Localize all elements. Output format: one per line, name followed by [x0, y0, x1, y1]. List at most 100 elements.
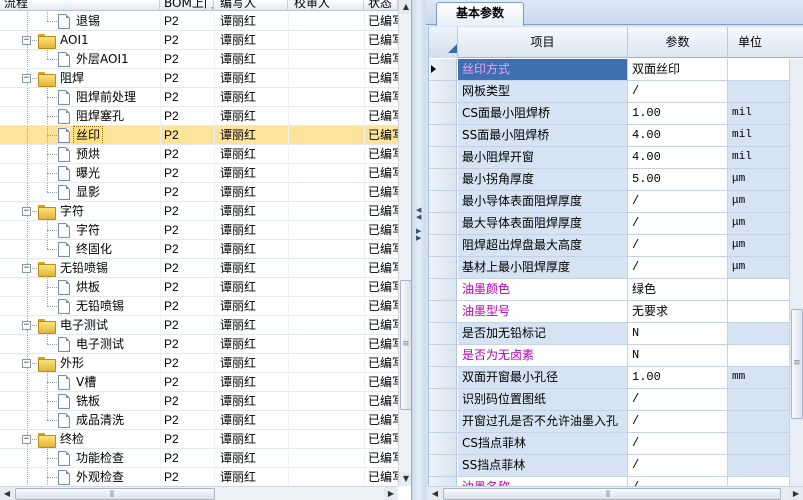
- parameter-value-cell[interactable]: 1.00: [628, 367, 728, 388]
- parameter-row[interactable]: 最小拐角厚度 5.00 μm: [429, 169, 803, 191]
- tree-row[interactable]: 铣板 P2谭丽红 已编写: [0, 392, 398, 411]
- row-indicator[interactable]: [429, 235, 457, 256]
- tree-row[interactable]: 终固化 P2谭丽红 已编写: [0, 240, 398, 259]
- tree-item-label[interactable]: 丝印: [72, 126, 104, 144]
- row-indicator[interactable]: [429, 411, 457, 432]
- parameter-value-cell[interactable]: /: [628, 477, 728, 486]
- parameter-row[interactable]: 阻焊超出焊盘最大高度 / μm: [429, 235, 803, 257]
- parameter-value-cell[interactable]: 无要求: [628, 301, 728, 322]
- parameter-row[interactable]: CS面最小阻焊桥 1.00 mil: [429, 103, 803, 125]
- tree-row[interactable]: 电子测试 P2谭丽红 已编写: [0, 335, 398, 354]
- tree-row[interactable]: − AOI1 P2谭丽红 已编写: [0, 31, 398, 50]
- tree-scroll-thumb[interactable]: ≡: [400, 280, 411, 410]
- tree-row[interactable]: 外层AOI1 P2谭丽红 已编写: [0, 50, 398, 69]
- parameter-value-cell[interactable]: N: [628, 323, 728, 344]
- tree-item-label[interactable]: 成品清洗: [74, 412, 126, 429]
- row-indicator[interactable]: [429, 169, 457, 190]
- parameter-row[interactable]: 油墨型号 无要求: [429, 301, 803, 323]
- parameter-scroll-thumb[interactable]: ≡: [791, 309, 803, 419]
- row-indicator[interactable]: [429, 477, 457, 486]
- parameter-row[interactable]: 是否为无卤素 N: [429, 345, 803, 367]
- column-header-writer[interactable]: 编写人: [214, 0, 288, 10]
- select-all-corner[interactable]: [429, 27, 458, 58]
- parameter-row[interactable]: 最小阻焊开窗 4.00 mil: [429, 147, 803, 169]
- tree-folder-label[interactable]: 阻焊: [58, 70, 86, 87]
- row-indicator[interactable]: [429, 213, 457, 234]
- tree-folder-label[interactable]: AOI1: [58, 32, 91, 49]
- row-indicator[interactable]: [429, 81, 457, 102]
- row-indicator[interactable]: [429, 147, 457, 168]
- parameter-value-cell[interactable]: 双面丝印: [628, 59, 728, 80]
- collapse-minus-icon[interactable]: −: [22, 36, 31, 45]
- tree-item-label[interactable]: 终固化: [74, 241, 114, 258]
- tree-row[interactable]: 阻焊前处理 P2谭丽红 已编写: [0, 88, 398, 107]
- parameter-row[interactable]: CS挡点菲林 /: [429, 433, 803, 455]
- tree-row[interactable]: − 电子测试 P2谭丽红 已编写: [0, 316, 398, 335]
- tree-row[interactable]: 功能检查 P2谭丽红 已编写: [0, 449, 398, 468]
- scroll-left-arrow-icon[interactable]: ◀: [428, 487, 442, 500]
- row-indicator[interactable]: [429, 103, 457, 124]
- row-indicator[interactable]: [429, 345, 457, 366]
- parameter-value-cell[interactable]: 4.00: [628, 125, 728, 146]
- tree-item-label[interactable]: 外层AOI1: [74, 51, 131, 68]
- tree-row[interactable]: − 终检 P2谭丽红 已编写: [0, 430, 398, 449]
- tree-item-label[interactable]: 曝光: [74, 165, 102, 182]
- pane-splitter[interactable]: ◀ ◀ ▶ ▶: [412, 0, 426, 500]
- row-indicator[interactable]: [429, 59, 457, 80]
- parameter-value-cell[interactable]: 5.00: [628, 169, 728, 190]
- tree-row[interactable]: − 阻焊 P2谭丽红 已编写: [0, 69, 398, 88]
- tree-item-label[interactable]: 预烘: [74, 146, 102, 163]
- tree-row[interactable]: 无铅喷锡 P2谭丽红 已编写: [0, 297, 398, 316]
- collapse-minus-icon[interactable]: −: [22, 207, 31, 216]
- scroll-up-arrow-icon[interactable]: ▲: [399, 0, 411, 14]
- tree-item-label[interactable]: 阻焊塞孔: [74, 108, 126, 125]
- parameter-row[interactable]: 最小导体表面阻焊厚度 / μm: [429, 191, 803, 213]
- parameter-row[interactable]: 丝印方式 双面丝印: [429, 59, 803, 81]
- tree-item-label[interactable]: 无铅喷锡: [74, 298, 126, 315]
- parameter-value-cell[interactable]: 1.00: [628, 103, 728, 124]
- parameter-value-cell[interactable]: 4.00: [628, 147, 728, 168]
- parameter-value-cell[interactable]: /: [628, 213, 728, 234]
- parameter-row[interactable]: SS面最小阻焊桥 4.00 mil: [429, 125, 803, 147]
- collapse-minus-icon[interactable]: −: [22, 264, 31, 273]
- tree-item-label[interactable]: 电子测试: [74, 336, 126, 353]
- collapse-minus-icon[interactable]: −: [22, 435, 31, 444]
- column-header-parameter[interactable]: 参数: [628, 27, 728, 58]
- tree-folder-label[interactable]: 无铅喷锡: [58, 260, 110, 277]
- scroll-right-arrow-icon[interactable]: ▶: [384, 487, 398, 500]
- scroll-right-arrow-icon[interactable]: ▶: [789, 487, 803, 500]
- parameter-hscroll-thumb[interactable]: ⦀: [443, 488, 781, 500]
- parameter-row[interactable]: 开窗过孔是否不允许油墨入孔 /: [429, 411, 803, 433]
- parameter-value-cell[interactable]: /: [628, 81, 728, 102]
- tree-item-label[interactable]: 字符: [74, 222, 102, 239]
- tree-row[interactable]: 曝光 P2谭丽红 已编写: [0, 164, 398, 183]
- row-indicator[interactable]: [429, 455, 457, 476]
- parameter-value-cell[interactable]: /: [628, 411, 728, 432]
- parameter-value-cell[interactable]: /: [628, 235, 728, 256]
- column-header-status[interactable]: 状态: [364, 0, 398, 10]
- tree-item-label[interactable]: 功能检查: [74, 450, 126, 467]
- tree-folder-label[interactable]: 外形: [58, 355, 86, 372]
- row-indicator[interactable]: [429, 323, 457, 344]
- tree-row[interactable]: 字符 P2谭丽红 已编写: [0, 221, 398, 240]
- tree-row[interactable]: 烘板 P2谭丽红 已编写: [0, 278, 398, 297]
- parameter-value-cell[interactable]: /: [628, 191, 728, 212]
- parameter-value-cell[interactable]: N: [628, 345, 728, 366]
- tree-item-label[interactable]: 退锡: [74, 13, 102, 30]
- column-header-bom[interactable]: BOM上门: [160, 0, 214, 10]
- parameter-row[interactable]: 油墨颜色 绿色: [429, 279, 803, 301]
- tree-row[interactable]: − 无铅喷锡 P2谭丽红 已编写: [0, 259, 398, 278]
- parameter-value-cell[interactable]: /: [628, 389, 728, 410]
- parameter-value-cell[interactable]: /: [628, 257, 728, 278]
- tree-hscroll-thumb[interactable]: ⦀: [15, 488, 215, 500]
- parameter-row[interactable]: 最大导体表面阻焊厚度 / μm: [429, 213, 803, 235]
- tree-folder-label[interactable]: 字符: [58, 203, 86, 220]
- splitter-arrows-icon[interactable]: ◀ ◀ ▶ ▶: [416, 207, 421, 242]
- tree-row[interactable]: 退锡 P2谭丽红 已编写: [0, 12, 398, 31]
- collapse-minus-icon[interactable]: −: [22, 359, 31, 368]
- tree-item-label[interactable]: 烘板: [74, 279, 102, 296]
- tree-item-label[interactable]: 阻焊前处理: [74, 89, 138, 106]
- tree-item-label[interactable]: 显影: [74, 184, 102, 201]
- tree-horizontal-scrollbar[interactable]: ◀ ⦀ ▶: [0, 486, 398, 500]
- parameter-value-cell[interactable]: /: [628, 433, 728, 454]
